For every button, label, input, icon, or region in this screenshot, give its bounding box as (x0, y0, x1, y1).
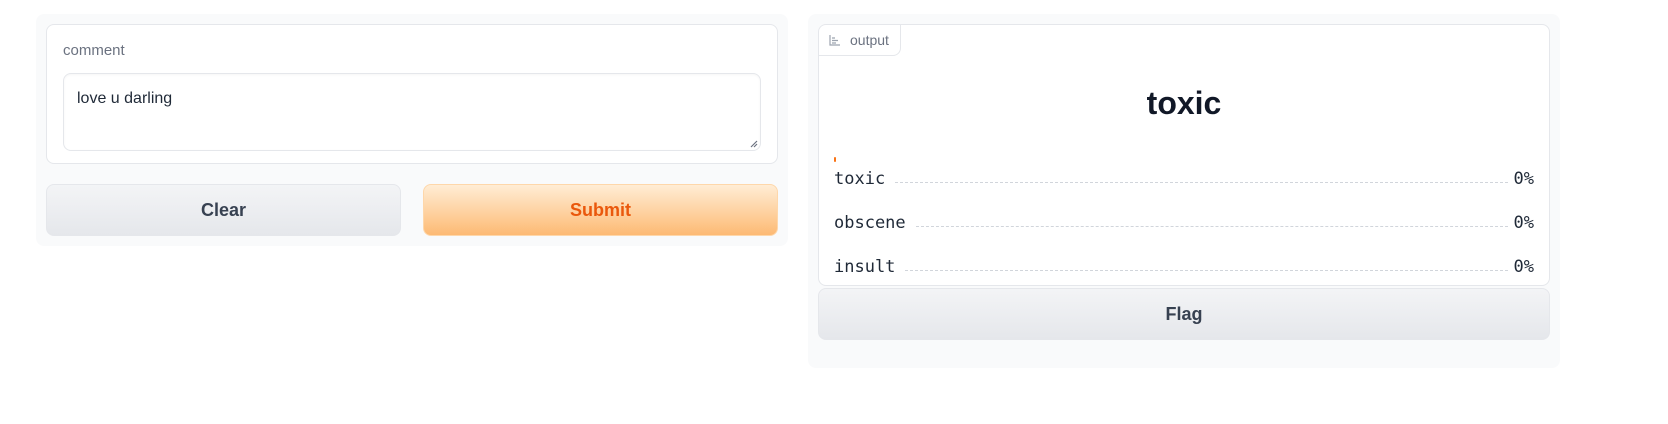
clear-button[interactable]: Clear (46, 184, 401, 236)
submit-button[interactable]: Submit (423, 184, 778, 236)
confidence-value: 0% (1513, 257, 1534, 277)
output-panel: output toxic toxic 0% obscene 0% insult … (808, 14, 1560, 368)
comment-value: love u darling (77, 90, 173, 107)
comment-label: comment (63, 42, 125, 59)
confidence-row: obscene 0% (834, 211, 1534, 235)
confidence-label: insult (834, 257, 896, 277)
predicted-label: toxic (1146, 85, 1222, 121)
output-block: output toxic toxic 0% obscene 0% insult … (818, 24, 1550, 286)
confidence-row: toxic 0% (834, 167, 1534, 191)
confidence-label: toxic (834, 169, 886, 189)
flag-button[interactable]: Flag (818, 288, 1550, 340)
dotted-leader (895, 181, 1508, 183)
comment-block: comment love u darling (46, 24, 778, 164)
comment-textarea[interactable]: love u darling (63, 73, 761, 151)
output-tag-label: output (850, 32, 889, 48)
confidence-value: 0% (1513, 213, 1534, 233)
dotted-leader (915, 225, 1508, 227)
output-tag: output (819, 25, 901, 56)
confidence-value: 0% (1513, 169, 1534, 189)
dotted-leader (905, 269, 1508, 271)
confidence-label: obscene (834, 213, 906, 233)
confidence-bar (834, 157, 836, 162)
resize-handle-icon[interactable] (748, 138, 758, 148)
input-panel: comment love u darling Clear Submit (36, 14, 788, 246)
chart-icon (829, 35, 840, 46)
confidence-row: insult 0% (834, 255, 1534, 279)
